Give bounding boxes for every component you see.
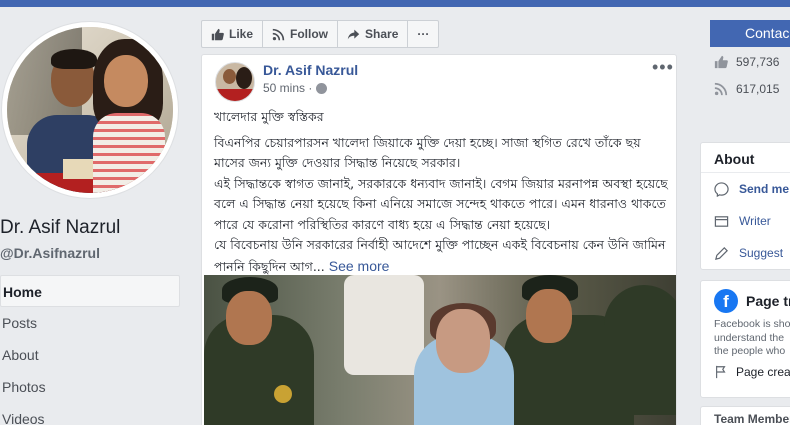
- post-author-name[interactable]: Dr. Asif Nazrul: [263, 62, 358, 78]
- contact-button[interactable]: Contac: [710, 20, 790, 47]
- about-title: About: [701, 143, 790, 173]
- post-timestamp[interactable]: 50 mins ·: [263, 81, 328, 95]
- page-created-row: Page crea: [701, 359, 790, 379]
- messenger-icon: [714, 181, 729, 197]
- share-label: Share: [365, 27, 399, 41]
- profile-photo: [7, 27, 173, 193]
- category-link[interactable]: Writer: [701, 205, 790, 237]
- post-paragraph: এই সিদ্ধান্তকে স্বাগত জানাই, সরকারকে ধন্…: [214, 175, 668, 232]
- team-members-card: Team Members: [700, 406, 790, 425]
- desc-line: Facebook is sho: [714, 318, 790, 330]
- top-bar: [0, 0, 790, 7]
- globe-icon: [316, 82, 328, 94]
- facebook-logo-icon: f: [714, 289, 738, 313]
- nav-item-posts[interactable]: Posts: [0, 307, 180, 339]
- share-icon: [347, 29, 360, 39]
- page-created-label: Page crea: [736, 364, 790, 379]
- post-author-avatar[interactable]: [215, 62, 255, 102]
- follow-button[interactable]: Follow: [263, 21, 339, 47]
- page-title[interactable]: Dr. Asif Nazrul: [0, 217, 120, 239]
- post-card: Dr. Asif Nazrul 50 mins · ••• খালেদার মু…: [201, 54, 677, 425]
- nav-item-videos[interactable]: Videos: [0, 403, 180, 425]
- page-transparency-desc: Facebook is sho understand the the peopl…: [701, 313, 790, 359]
- more-options-button[interactable]: ···: [408, 21, 438, 47]
- page-action-bar: Like Follow Share ···: [201, 20, 440, 48]
- flag-icon: [716, 365, 726, 378]
- more-dots-icon: ···: [417, 27, 430, 41]
- nav-item-home[interactable]: Home: [0, 275, 180, 307]
- thumbs-up-icon: [211, 28, 224, 40]
- page-transparency-card: f Page tr Facebook is sho understand the…: [700, 280, 790, 398]
- post-options-icon[interactable]: •••: [652, 57, 674, 78]
- post-title: খালেদার মুক্তি স্বস্তিকর: [214, 109, 324, 124]
- left-column: Dr. Asif Nazrul @Dr.Asifnazrul Home Post…: [0, 7, 190, 425]
- rss-icon: [272, 28, 285, 40]
- page-transparency-title: Page tr: [746, 293, 790, 309]
- likes-stat: 597,736: [700, 48, 790, 75]
- page-icon: [714, 215, 729, 227]
- like-label: Like: [229, 27, 254, 41]
- follows-count: 617,015: [736, 81, 780, 96]
- post-photo[interactable]: [204, 275, 676, 425]
- nav-item-photos[interactable]: Photos: [0, 371, 180, 403]
- post-paragraph: বিএনপির চেয়ারপারসন খালেদা জিয়াকে মুক্ত…: [214, 134, 641, 171]
- follows-stat: 617,015: [700, 75, 790, 102]
- rss-icon: [714, 82, 728, 95]
- category-label: Writer: [739, 214, 771, 228]
- post-paragraph: যে বিবেচনায় উনি সরকারের নির্বাহী আদেশে …: [214, 235, 672, 277]
- profile-picture[interactable]: [2, 22, 178, 198]
- about-card: About Send me Writer Suggest: [700, 142, 790, 270]
- see-more-link[interactable]: See more: [329, 258, 390, 274]
- team-members-title: Team Members: [714, 412, 790, 425]
- post-paragraph-text: যে বিবেচনায় উনি সরকারের নির্বাহী আদেশে …: [214, 237, 666, 274]
- nav-item-about[interactable]: About: [0, 339, 180, 371]
- suggest-edits-label: Suggest: [739, 246, 784, 260]
- follow-label: Follow: [290, 27, 329, 41]
- page-handle[interactable]: @Dr.Asifnazrul: [0, 245, 100, 261]
- suggest-edits-link[interactable]: Suggest: [701, 237, 790, 269]
- share-button[interactable]: Share: [338, 21, 409, 47]
- post-time-text: 50 mins ·: [263, 81, 313, 95]
- send-message-link[interactable]: Send me: [701, 173, 790, 205]
- desc-line: the people who: [714, 345, 786, 357]
- post-text: খালেদার মুক্তি স্বস্তিকর বিএনপির চেয়ারপ…: [214, 107, 672, 277]
- right-column: 597,736 617,015: [700, 48, 790, 102]
- likes-count: 597,736: [736, 54, 780, 69]
- edit-icon: [715, 246, 728, 260]
- desc-line: understand the: [714, 331, 785, 344]
- like-button[interactable]: Like: [202, 21, 264, 47]
- like-icon: [714, 55, 728, 68]
- page-nav: Home Posts About Photos Videos: [0, 275, 180, 425]
- send-message-label: Send me: [739, 182, 790, 196]
